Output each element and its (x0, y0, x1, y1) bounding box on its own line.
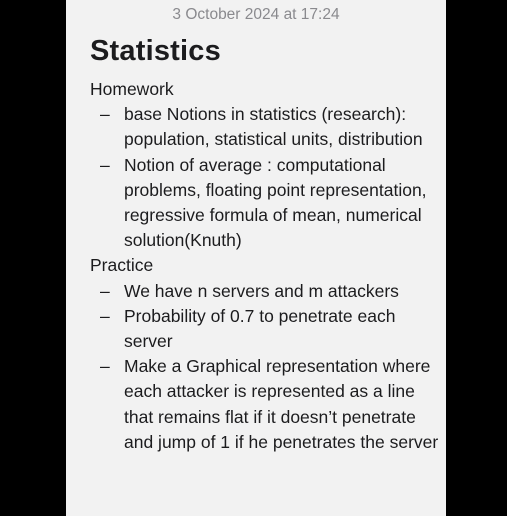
list-item: – base Notions in statistics (research):… (90, 102, 440, 152)
dash-bullet-icon: – (100, 104, 110, 125)
list-item: – Make a Graphical representation where … (90, 354, 440, 455)
list-item-text: We have n servers and m attackers (124, 280, 399, 301)
dash-bullet-icon: – (100, 280, 110, 301)
note-timestamp: 3 October 2024 at 17:24 (172, 6, 340, 23)
list-item: – Notion of average : computational prob… (90, 153, 440, 254)
practice-list: – We have n servers and m attackers – Pr… (90, 279, 440, 455)
dash-bullet-icon: – (100, 154, 110, 175)
list-item-text: Notion of average : computational proble… (124, 154, 427, 251)
list-item-text: base Notions in statistics (research): p… (124, 104, 423, 150)
list-item: – We have n servers and m attackers (90, 279, 440, 304)
list-item: – Probability of 0.7 to penetrate each s… (90, 304, 440, 354)
dash-bullet-icon: – (100, 356, 110, 377)
note-page[interactable]: 3 October 2024 at 17:24 Statistics Homew… (66, 0, 446, 516)
section-heading-homework: Homework (90, 79, 174, 99)
section-heading-practice: Practice (90, 255, 154, 276)
homework-list: – base Notions in statistics (research):… (90, 102, 440, 253)
list-item-text: Make a Graphical representation where ea… (124, 356, 439, 452)
note-body[interactable]: Homework – base Notions in statistics (r… (90, 77, 440, 455)
dash-bullet-icon: – (100, 305, 110, 326)
list-item-text: Probability of 0.7 to penetrate each ser… (124, 305, 396, 352)
screen: 3 October 2024 at 17:24 Statistics Homew… (0, 0, 507, 516)
note-title[interactable]: Statistics (90, 34, 221, 68)
